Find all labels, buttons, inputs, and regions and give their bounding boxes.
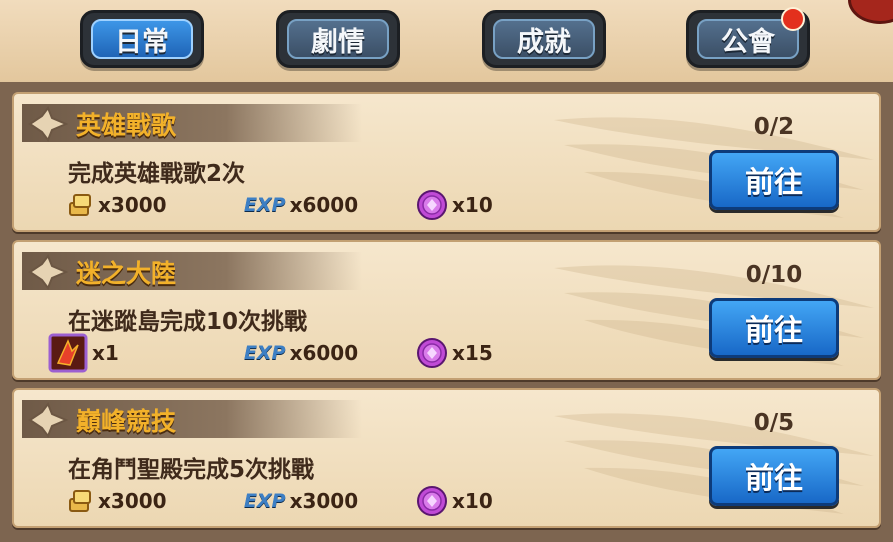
gold-icon xyxy=(69,490,91,512)
purple-medal-icon xyxy=(417,338,447,368)
reward-amount: x6000 xyxy=(289,341,359,365)
goto-button[interactable]: 前往 xyxy=(709,150,839,210)
reward-amount: x6000 xyxy=(289,193,359,217)
fleur-ornament-icon xyxy=(28,254,69,290)
exp-icon: EXP xyxy=(244,194,286,216)
reward-amount: x3000 xyxy=(289,489,359,513)
quest-title: 迷之大陸 xyxy=(76,259,177,288)
tab-guild[interactable]: 公會 xyxy=(686,7,810,68)
exp-icon: EXP xyxy=(244,490,286,512)
tab-label: 成就 xyxy=(493,19,595,59)
tab-achievement[interactable]: 成就 xyxy=(482,10,606,68)
reward-amount: x10 xyxy=(452,193,493,217)
exp-icon: EXP xyxy=(244,342,286,364)
reward-amount: x1 xyxy=(92,341,119,365)
goto-button[interactable]: 前往 xyxy=(709,298,839,358)
reward-medal: x10 xyxy=(416,484,493,518)
reward-exp: EXP x6000 xyxy=(244,336,358,370)
tab-story[interactable]: 劇情 xyxy=(276,10,400,68)
goto-button[interactable]: 前往 xyxy=(709,446,839,506)
quest-progress: 0/10 xyxy=(745,262,803,288)
reward-amount: x3000 xyxy=(98,193,167,217)
quest-title-banner: 巔峰競技 xyxy=(22,400,362,438)
tab-label: 日常 xyxy=(91,19,193,59)
tab-daily[interactable]: 日常 xyxy=(80,10,204,68)
quest-title-banner: 迷之大陸 xyxy=(22,252,362,290)
quest-progress: 0/2 xyxy=(753,114,795,140)
quest-title-banner: 英雄戰歌 xyxy=(22,104,362,142)
reward-gold: x3000 xyxy=(66,188,167,222)
reward-amount: x10 xyxy=(452,489,493,513)
reward-item: x1 xyxy=(48,333,119,373)
reward-medal: x15 xyxy=(416,336,493,370)
purple-medal-icon xyxy=(417,190,447,220)
corner-badge-icon[interactable] xyxy=(848,0,893,24)
quest-description: 在角鬥聖殿完成5次挑戰 xyxy=(68,457,315,483)
quest-title: 巔峰競技 xyxy=(76,407,177,436)
quest-description: 在迷蹤島完成10次挑戰 xyxy=(68,309,308,335)
red-rune-icon xyxy=(48,333,88,373)
quest-card: 巔峰競技 0/5 在角鬥聖殿完成5次挑戰 x3000 EXP x3000 x10… xyxy=(12,388,881,528)
reward-gold: x3000 xyxy=(66,484,167,518)
quest-card: 英雄戰歌 0/2 完成英雄戰歌2次 x3000 EXP x6000 x10 前往 xyxy=(12,92,881,232)
notification-dot xyxy=(781,7,805,31)
purple-medal-icon xyxy=(417,486,447,516)
reward-exp: EXP x6000 xyxy=(244,188,358,222)
reward-amount: x3000 xyxy=(98,489,167,513)
reward-medal: x10 xyxy=(416,188,493,222)
reward-amount: x15 xyxy=(452,341,493,365)
quest-card: 迷之大陸 0/10 在迷蹤島完成10次挑戰 x1 EXP x6000 x15 前… xyxy=(12,240,881,380)
quest-title: 英雄戰歌 xyxy=(76,111,177,140)
quest-description: 完成英雄戰歌2次 xyxy=(68,161,246,187)
tab-label: 劇情 xyxy=(287,19,389,59)
gold-icon xyxy=(69,194,91,216)
tab-bar: 日常 劇情 成就 公會 xyxy=(0,0,893,82)
reward-exp: EXP x3000 xyxy=(244,484,358,518)
quest-list[interactable]: 英雄戰歌 0/2 完成英雄戰歌2次 x3000 EXP x6000 x10 前往 xyxy=(0,82,893,542)
fleur-ornament-icon xyxy=(28,402,69,438)
fleur-ornament-icon xyxy=(28,106,69,142)
quest-progress: 0/5 xyxy=(753,410,795,436)
